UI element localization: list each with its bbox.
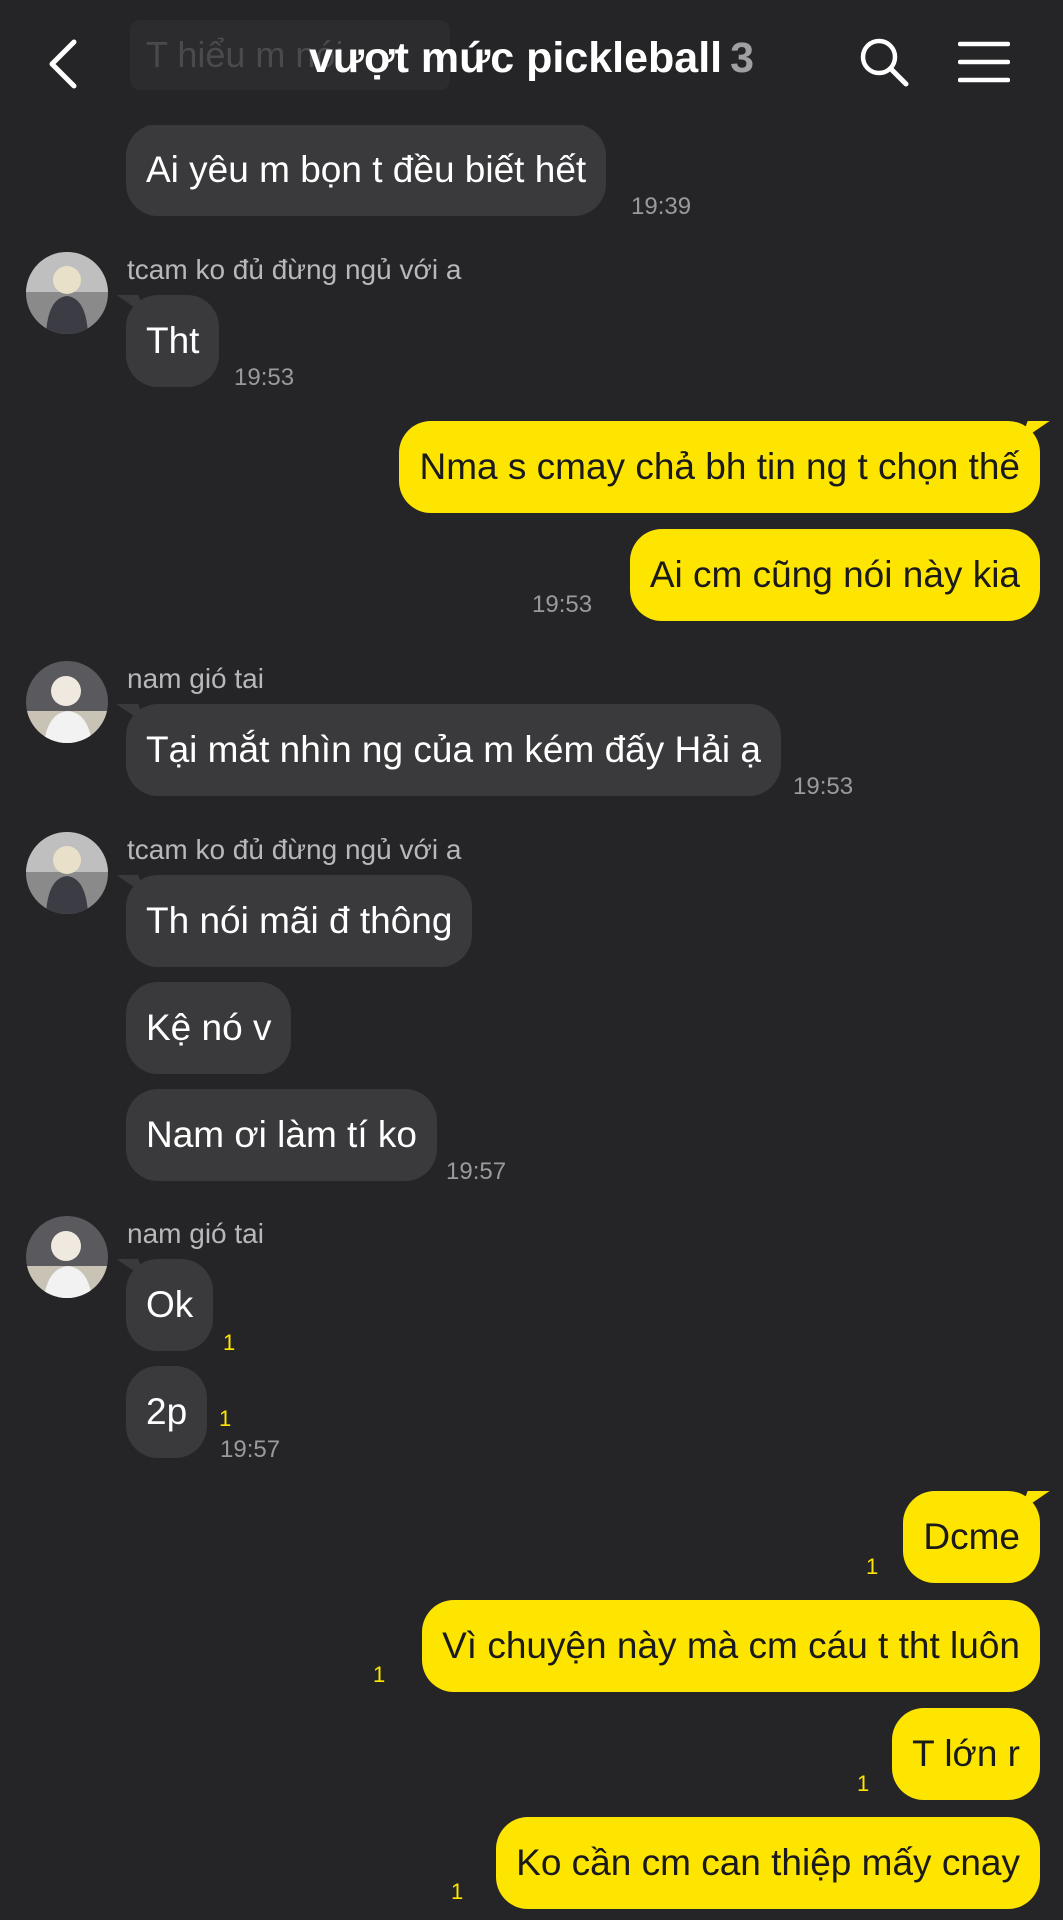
- member-count: 3: [730, 34, 755, 82]
- unread-count: 1: [857, 1771, 870, 1796]
- avatar[interactable]: [26, 252, 108, 334]
- unread-count: 1: [373, 1662, 386, 1687]
- incoming-message-bubble[interactable]: Nam ơi làm tí ko: [126, 1089, 437, 1181]
- outgoing-message-bubble[interactable]: T lớn r: [892, 1708, 1040, 1800]
- incoming-message-bubble[interactable]: Ai yêu m bọn t đều biết hết: [126, 124, 607, 216]
- sender-name: tcam ko đủ đừng ngủ với a: [127, 834, 462, 865]
- incoming-message-bubble[interactable]: Ok: [126, 1259, 214, 1351]
- unread-count: 1: [866, 1554, 879, 1579]
- incoming-message-bubble[interactable]: Tht: [126, 295, 220, 387]
- unread-count: 1: [451, 1879, 464, 1904]
- incoming-message-bubble[interactable]: Th nói mãi đ thông: [126, 875, 473, 967]
- message-time: 19:57: [446, 1158, 507, 1185]
- sender-name: nam gió tai: [127, 663, 264, 694]
- chat-header: T hiểu m nói vượt mức pickleball 3: [0, 0, 1063, 125]
- nam-avatar-image: [26, 661, 108, 743]
- tcam-avatar-image: [26, 252, 108, 334]
- chat-title-text: vượt mức pickleball: [308, 34, 723, 82]
- incoming-message-bubble[interactable]: Kệ nó v: [126, 982, 292, 1074]
- nam-avatar-image: [26, 1216, 108, 1298]
- message-time: 19:53: [234, 364, 295, 391]
- outgoing-message-bubble[interactable]: Ai cm cũng nói này kia: [629, 529, 1040, 621]
- menu-icon[interactable]: [958, 40, 1010, 84]
- sender-name: tcam ko đủ đừng ngủ với a: [127, 254, 462, 285]
- search-icon[interactable]: [858, 36, 910, 88]
- incoming-message-bubble[interactable]: 2p: [126, 1366, 208, 1458]
- tcam-avatar-image: [26, 832, 108, 914]
- outgoing-message-bubble[interactable]: Ko cần cm can thiệp mấy cnay: [496, 1817, 1040, 1909]
- avatar[interactable]: [26, 1216, 108, 1298]
- outgoing-message-bubble[interactable]: Vì chuyện này mà cm cáu t tht luôn: [422, 1600, 1040, 1692]
- message-time: 19:57: [220, 1436, 281, 1463]
- message-time: 19:53: [532, 591, 593, 618]
- avatar[interactable]: [26, 661, 108, 743]
- incoming-message-bubble[interactable]: Tại mắt nhìn ng của m kém đấy Hải ạ: [126, 704, 781, 796]
- unread-count: 1: [223, 1330, 236, 1355]
- sender-name: nam gió tai: [127, 1218, 264, 1249]
- message-time: 19:53: [793, 773, 854, 800]
- avatar[interactable]: [26, 832, 108, 914]
- unread-count: 1: [219, 1406, 232, 1431]
- outgoing-message-bubble[interactable]: Dcme: [903, 1491, 1040, 1583]
- outgoing-message-bubble[interactable]: Nma s cmay chả bh tin ng t chọn thế: [399, 421, 1040, 513]
- message-time: 19:39: [631, 193, 692, 220]
